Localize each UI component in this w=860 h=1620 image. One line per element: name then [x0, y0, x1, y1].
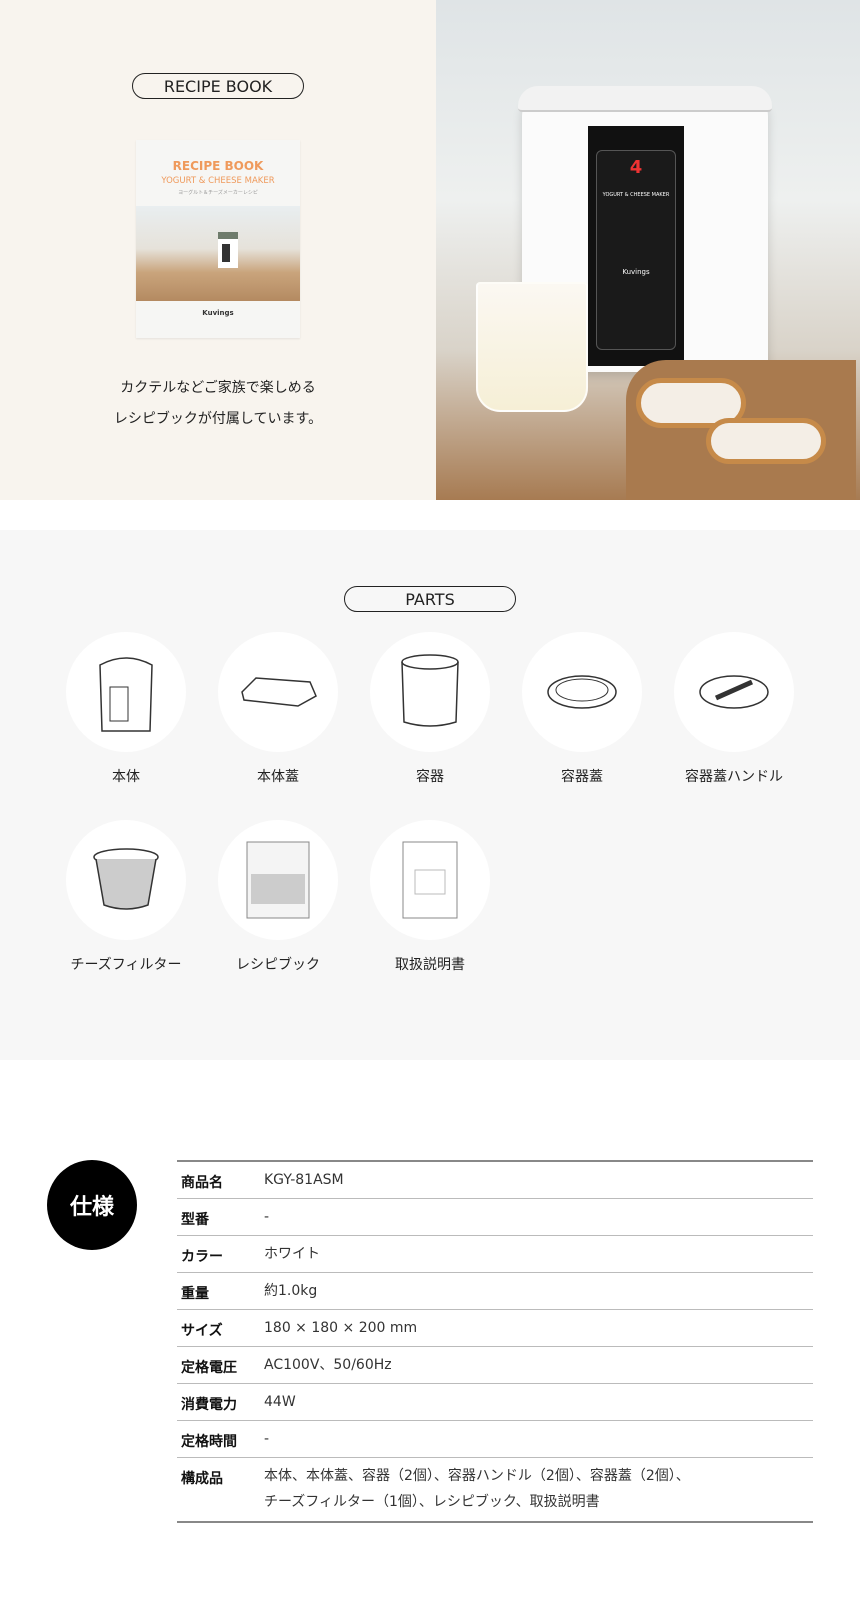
book-title: RECIPE BOOK [172, 159, 264, 173]
recipe-panel: RECIPE BOOK RECIPE BOOK YOGURT & CHEESE … [0, 0, 436, 500]
bread-image [706, 418, 826, 464]
cheese-filter-icon [66, 820, 186, 940]
parts-badge: PARTS [344, 586, 516, 612]
spec-key: カラー [181, 1249, 223, 1265]
spec-value: AC100V、50/60Hz [264, 1357, 392, 1373]
spec-key: 型番 [181, 1212, 209, 1228]
spec-value: - [264, 1209, 270, 1225]
spec-key: サイズ [181, 1323, 223, 1339]
yogurt-glass-image [476, 282, 588, 412]
part-item: チーズフィルター [50, 820, 202, 974]
machine-lid [518, 86, 772, 112]
spec-value: 180 × 180 × 200 mm [264, 1320, 418, 1336]
recipe-caption-1: カクテルなどご家族で楽しめる [120, 380, 316, 396]
part-item: 容器蓋ハンドル [658, 632, 810, 786]
spec-row: 定格電圧 AC100V、50/60Hz [177, 1347, 813, 1384]
spec-row: サイズ 180 × 180 × 200 mm [177, 1310, 813, 1347]
spec-value-line2: チーズフィルター（1個）、レシピブック、取扱説明書 [264, 1494, 600, 1510]
spec-row: 商品名 KGY-81ASM [177, 1162, 813, 1199]
part-item: 容器 [354, 632, 506, 786]
parts-section: PARTS 本体 本体蓋 容器 容器蓋 容器蓋ハンドルチーズフィルター レシピブック 取扱説… [0, 530, 860, 1060]
part-label: 本体 [112, 769, 140, 785]
spec-row: 型番 - [177, 1199, 813, 1236]
part-label: 容器蓋 [561, 769, 603, 785]
part-item: レシピブック [202, 820, 354, 974]
spec-row: 消費電力 44W [177, 1384, 813, 1421]
recipe-book-icon [218, 820, 338, 940]
part-label: レシピブック [236, 957, 320, 973]
spec-row: 構成品 本体、本体蓋、容器（2個）、容器ハンドル（2個）、容器蓋（2個）、 チーズフ… [177, 1458, 813, 1521]
spec-key: 重量 [181, 1286, 209, 1302]
part-item: 本体 [50, 632, 202, 786]
part-label: チーズフィルター [70, 957, 182, 973]
display-digit: 4 [629, 157, 643, 178]
spec-value: - [264, 1431, 270, 1447]
part-item: 容器蓋 [506, 632, 658, 786]
recipe-book-badge: RECIPE BOOK [132, 73, 304, 99]
spec-key: 定格電圧 [181, 1360, 237, 1376]
spec-value: KGY-81ASM [264, 1172, 344, 1188]
part-label: 容器蓋ハンドル [685, 769, 783, 785]
spec-value: 44W [264, 1394, 296, 1410]
part-item: 本体蓋 [202, 632, 354, 786]
spec-key: 定格時間 [181, 1434, 237, 1450]
panel-brand: Kuvings [622, 268, 650, 276]
container-lid-icon [522, 632, 642, 752]
part-label: 容器 [416, 769, 444, 785]
part-label: 本体蓋 [257, 769, 299, 785]
recipe-caption-2: レシピブックが付属しています。 [113, 411, 323, 427]
book-subtitle: YOGURT & CHEESE MAKER [161, 176, 275, 186]
part-label: 取扱説明書 [395, 957, 465, 973]
book-logo: Kuvings [202, 309, 234, 317]
container-lid-handle-icon [674, 632, 794, 752]
manual-icon [370, 820, 490, 940]
spec-key: 商品名 [181, 1175, 223, 1191]
recipe-section: RECIPE BOOK RECIPE BOOK YOGURT & CHEESE … [0, 0, 860, 500]
spec-row: 定格時間 - [177, 1421, 813, 1458]
container-icon [370, 632, 490, 752]
control-panel: 4 YOGURT & CHEESE MAKER Kuvings [588, 126, 684, 366]
spec-row: カラー ホワイト [177, 1236, 813, 1273]
spec-value: 本体、本体蓋、容器（2個）、容器ハンドル（2個）、容器蓋（2個）、 [264, 1468, 690, 1484]
book-jp-subtitle: ヨーグルト＆チーズメーカーレシピ [178, 190, 258, 196]
product-photo: 4 YOGURT & CHEESE MAKER Kuvings [436, 0, 860, 500]
panel-title: YOGURT & CHEESE MAKER [602, 192, 670, 198]
spec-value: 約1.0kg [264, 1283, 318, 1299]
spec-row: 重量 約1.0kg [177, 1273, 813, 1310]
part-item: 取扱説明書 [354, 820, 506, 974]
body-lid-icon [218, 632, 338, 752]
spec-value: ホワイト [264, 1246, 320, 1262]
main-body-icon [66, 632, 186, 752]
spec-badge: 仕様 [47, 1160, 137, 1250]
spec-key: 消費電力 [181, 1397, 237, 1413]
recipe-book-cover: RECIPE BOOK YOGURT & CHEESE MAKER ヨーグルト＆… [136, 140, 300, 338]
machine-image [218, 232, 238, 268]
spec-key: 構成品 [181, 1471, 223, 1487]
spec-table: 商品名 KGY-81ASM 型番 - カラー ホワイト重量 約1.0kg サイズ 180 × 1… [177, 1160, 813, 1523]
book-photo [136, 206, 300, 301]
